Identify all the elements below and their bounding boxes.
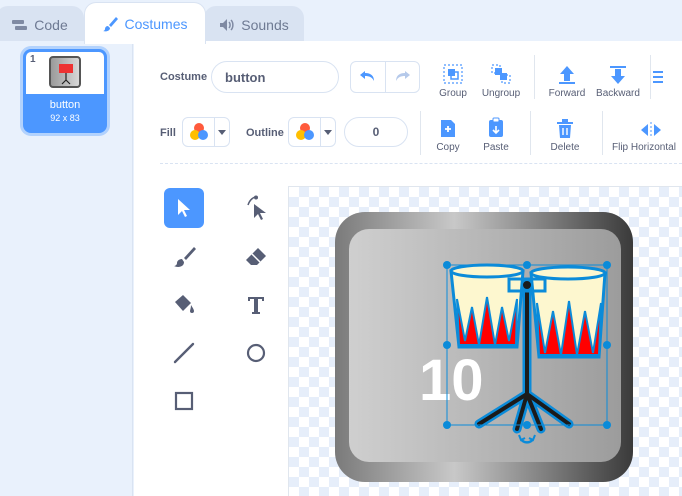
paint-editor: Costume button Group Ungroup Forward Bac… [134, 41, 682, 496]
circle-icon [246, 343, 266, 363]
chevron-down-icon [324, 129, 332, 135]
code-icon [12, 19, 28, 30]
fill-tool[interactable] [164, 285, 204, 325]
bongo-drums-graphic [443, 261, 611, 444]
outline-width-input[interactable]: 0 [344, 117, 408, 147]
group-icon [443, 64, 463, 84]
text-tool[interactable] [236, 285, 276, 325]
costume-preview [49, 56, 81, 88]
brush-tool[interactable] [164, 237, 204, 277]
delete-label: Delete [550, 142, 580, 153]
separator [530, 111, 531, 155]
costume-thumbnail-image-area [26, 52, 104, 94]
forward-icon [559, 66, 575, 84]
redo-icon [396, 71, 411, 81]
outline-label: Outline [246, 127, 284, 139]
copy-icon [441, 120, 455, 137]
brush-icon [174, 247, 196, 267]
chevron-down-icon [218, 129, 226, 135]
tab-bar: Code Sounds Costumes [0, 0, 682, 44]
redo-button[interactable] [386, 62, 420, 92]
circle-tool[interactable] [236, 333, 276, 373]
undo-redo-group [350, 61, 420, 93]
rectangle-tool[interactable] [164, 381, 204, 421]
trash-icon [557, 119, 573, 138]
separator [534, 55, 535, 99]
group-label: Group [439, 88, 467, 99]
tab-costumes[interactable]: Costumes [84, 2, 206, 44]
tab-code-label: Code [34, 16, 68, 33]
separator [602, 111, 603, 155]
paint-bucket-icon [175, 295, 194, 313]
costume-thumbnail[interactable]: 1 button 92 x 83 [23, 49, 107, 133]
paste-button[interactable]: Paste [466, 113, 526, 153]
tab-costumes-label: Costumes [124, 15, 188, 32]
paste-label: Paste [483, 142, 509, 153]
costume-label: Costume [160, 71, 208, 83]
tab-code[interactable]: Code [0, 6, 84, 42]
undo-icon [359, 71, 374, 81]
backward-icon [610, 66, 626, 84]
delete-button[interactable]: Delete [535, 113, 595, 153]
reshape-tool[interactable] [236, 188, 276, 228]
eraser-tool[interactable] [236, 237, 276, 277]
flip-horizontal-icon [641, 122, 661, 138]
backward-button[interactable]: Backward [588, 59, 648, 99]
rectangle-icon [174, 391, 194, 411]
costume-number: 1 [30, 54, 36, 65]
tab-sounds-label: Sounds [241, 16, 289, 33]
ungroup-button[interactable]: Ungroup [471, 59, 531, 99]
flip-horizontal-button[interactable]: Flip Horizontal [612, 113, 682, 153]
select-tool[interactable] [164, 188, 204, 228]
outline-color-picker[interactable] [288, 117, 336, 147]
tab-sounds[interactable]: Sounds [204, 6, 304, 42]
fill-color-picker[interactable] [182, 117, 230, 147]
color-swatch-icon [295, 123, 314, 140]
ungroup-label: Ungroup [481, 88, 521, 99]
paste-icon [489, 117, 503, 137]
costume-list: 1 button 92 x 83 [0, 41, 133, 496]
costume-size: 92 x 83 [50, 113, 80, 123]
fill-label: Fill [160, 127, 176, 139]
eraser-icon [246, 248, 266, 265]
undo-button[interactable] [351, 62, 386, 92]
text-icon [248, 297, 264, 314]
backward-label: Backward [596, 88, 640, 99]
line-tool[interactable] [164, 333, 204, 373]
flip-horizontal-label: Flip Horizontal [612, 142, 676, 153]
speaker-icon [220, 18, 234, 31]
reshape-icon [247, 195, 266, 220]
costume-name: button [49, 99, 81, 111]
copy-label: Copy [436, 142, 460, 153]
brush-icon [103, 16, 119, 31]
color-swatch-icon [189, 123, 208, 140]
more-arrow-icon[interactable] [649, 69, 663, 90]
forward-label: Forward [548, 88, 586, 99]
costume-name-input[interactable]: button [211, 61, 339, 93]
line-icon [173, 342, 195, 364]
paint-canvas[interactable]: 10 [288, 186, 682, 496]
arrow-cursor-icon [178, 199, 190, 217]
toolbar-divider [160, 163, 682, 164]
ungroup-icon [491, 64, 511, 84]
